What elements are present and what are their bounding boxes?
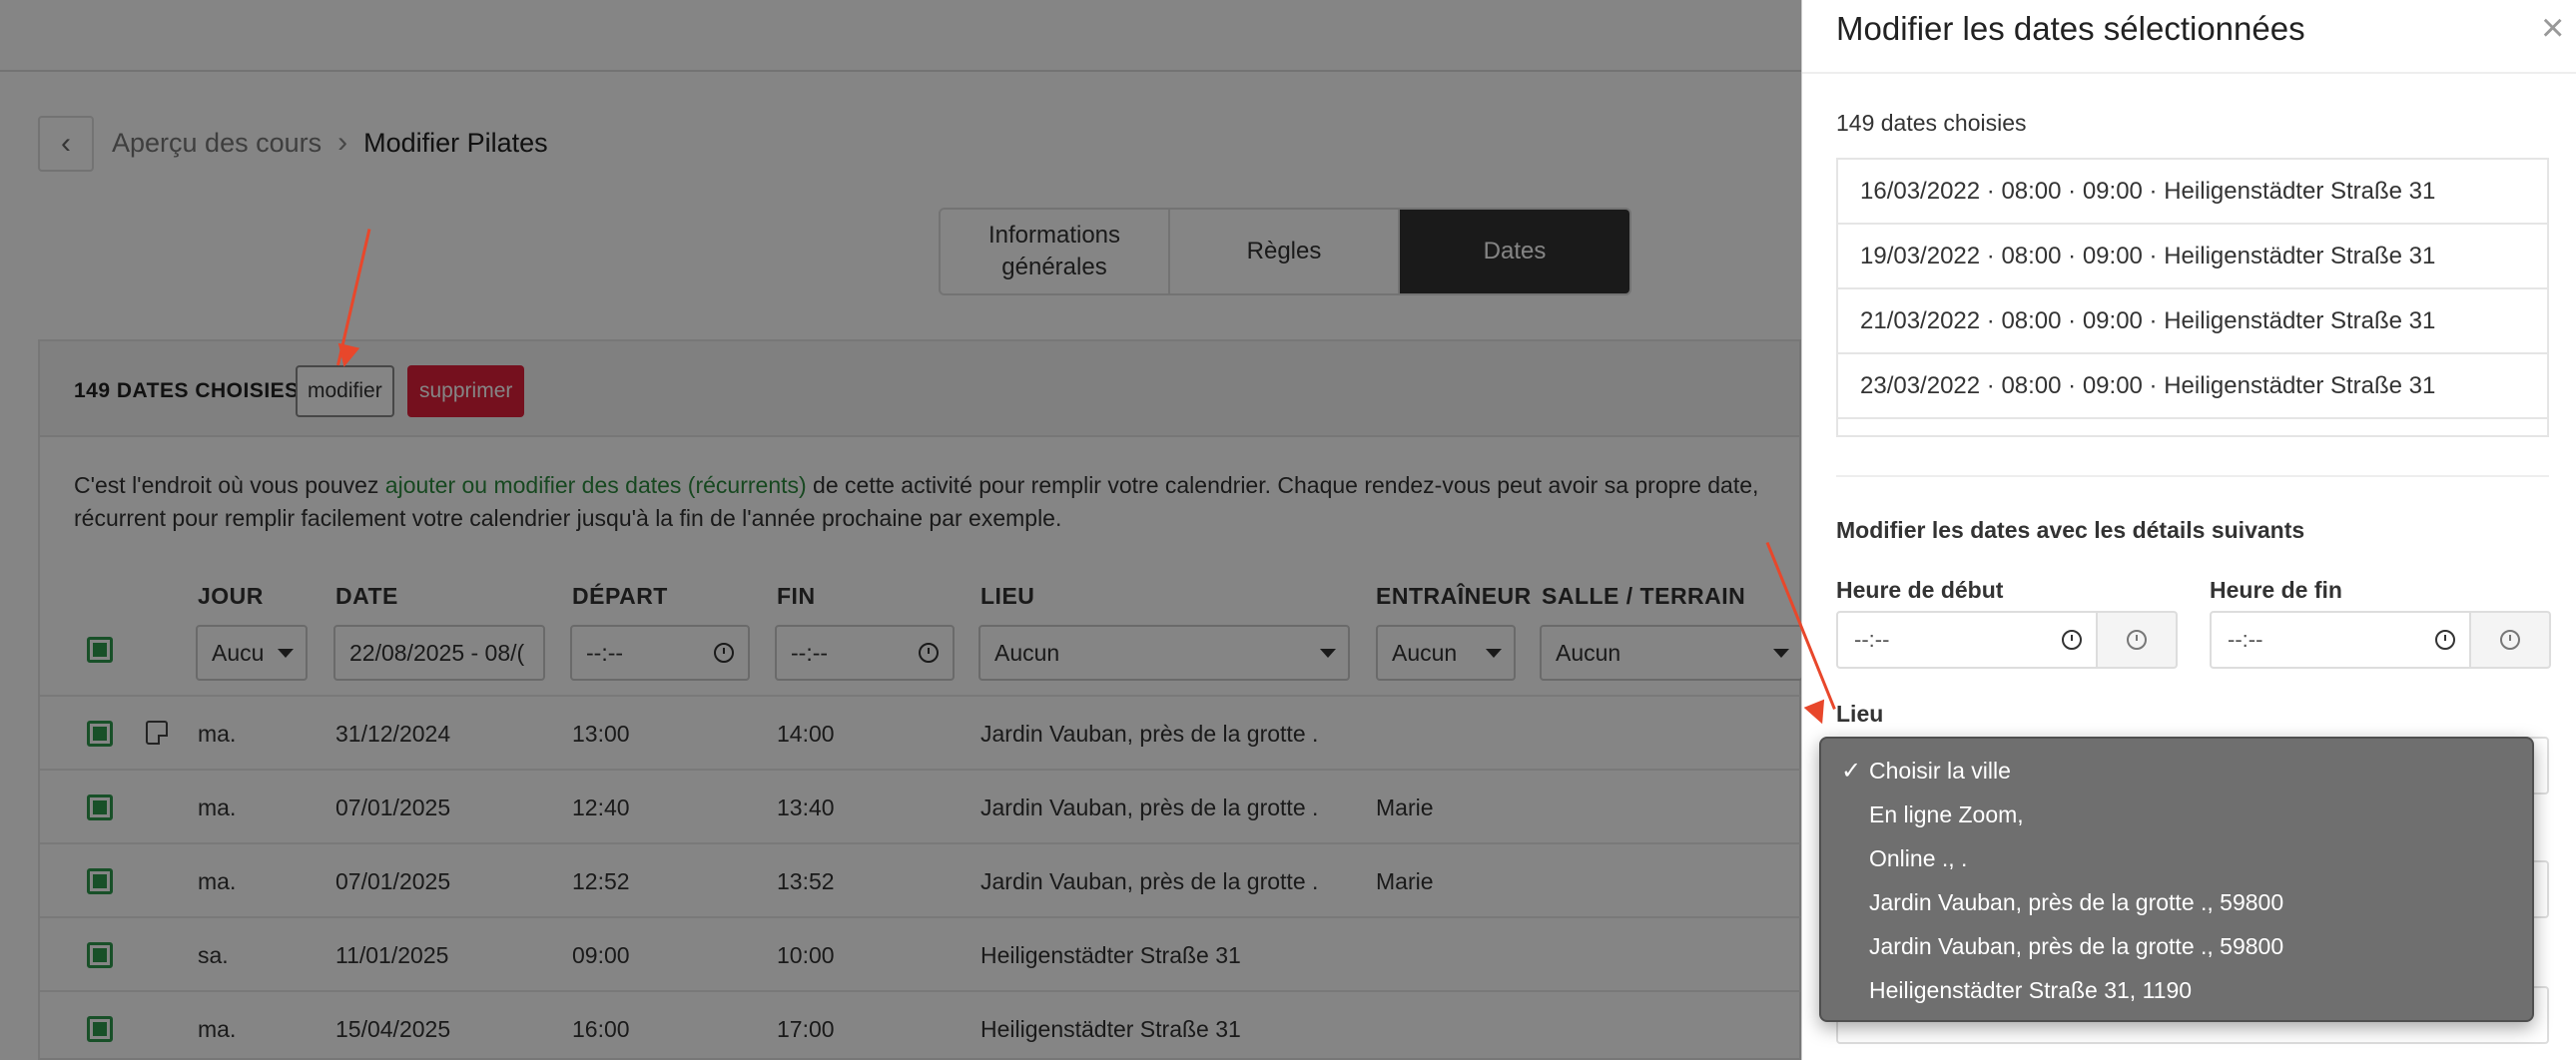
dropdown-option[interactable]: Jardin Vauban, près de la grotte ., 5980… <box>1821 880 2532 924</box>
end-time-input[interactable]: --:-- <box>2210 611 2471 669</box>
option-label: En ligne Zoom, <box>1869 800 2024 827</box>
end-time-now-button[interactable] <box>2471 611 2551 669</box>
option-label: Jardin Vauban, près de la grotte ., 5980… <box>1869 932 2284 959</box>
dropdown-option[interactable]: Jardin Vauban, près de la grotte ., 5980… <box>1821 924 2532 968</box>
list-item: 21/03/2022 · 08:00 · 09:00 · Heiligenstä… <box>1838 289 2547 354</box>
clock-icon <box>2062 630 2082 650</box>
dropdown-option[interactable]: ✓ Choisir la ville <box>1821 749 2532 793</box>
modal-overlay[interactable] <box>0 0 1801 1060</box>
dropdown-option[interactable]: Online ., . <box>1821 836 2532 880</box>
list-item: 19/03/2022 · 08:00 · 09:00 · Heiligenstä… <box>1838 225 2547 289</box>
list-item: 23/03/2022 · 08:00 · 09:00 · Heiligenstä… <box>1838 354 2547 419</box>
place-dropdown-menu[interactable]: ✓ Choisir la ville En ligne Zoom, Online … <box>1819 737 2534 1022</box>
option-label: Heiligenstädter Straße 31, 1190 <box>1869 976 2193 1003</box>
selected-dates-count: 149 dates choisies <box>1836 110 2027 136</box>
checkmark-icon: ✓ <box>1841 758 1862 785</box>
clock-icon <box>2500 630 2520 650</box>
start-time-value: --:-- <box>1854 627 1890 652</box>
course-edit-page: ‹ Aperçu des cours › Modifier Pilates In… <box>0 0 1803 1060</box>
panel-divider <box>1836 475 2549 477</box>
start-time-input[interactable]: --:-- <box>1836 611 2098 669</box>
option-label: Choisir la ville <box>1869 757 2011 784</box>
end-time-label: Heure de fin <box>2210 577 2342 603</box>
end-time-value: --:-- <box>2228 627 2263 652</box>
option-label: Online ., . <box>1869 844 1968 871</box>
panel-title: Modifier les dates sélectionnées <box>1836 10 2305 47</box>
clock-icon <box>2127 630 2147 650</box>
close-icon[interactable]: × <box>2541 6 2564 51</box>
place-label: Lieu <box>1836 701 1884 727</box>
start-time-label: Heure de début <box>1836 577 2004 603</box>
panel-divider <box>1802 72 2576 74</box>
section-heading: Modifier les dates avec les détails suiv… <box>1836 517 2305 543</box>
list-item: 16/03/2022 · 08:00 · 09:00 · Heiligenstä… <box>1838 160 2547 225</box>
selected-dates-list[interactable]: 16/03/2022 · 08:00 · 09:00 · Heiligenstä… <box>1836 158 2549 437</box>
option-label: Jardin Vauban, près de la grotte ., 5980… <box>1869 888 2284 915</box>
dropdown-option[interactable]: Heiligenstädter Straße 31, 1190 <box>1821 968 2532 1012</box>
start-time-now-button[interactable] <box>2098 611 2178 669</box>
dropdown-option[interactable]: En ligne Zoom, <box>1821 793 2532 836</box>
clock-icon <box>2435 630 2455 650</box>
